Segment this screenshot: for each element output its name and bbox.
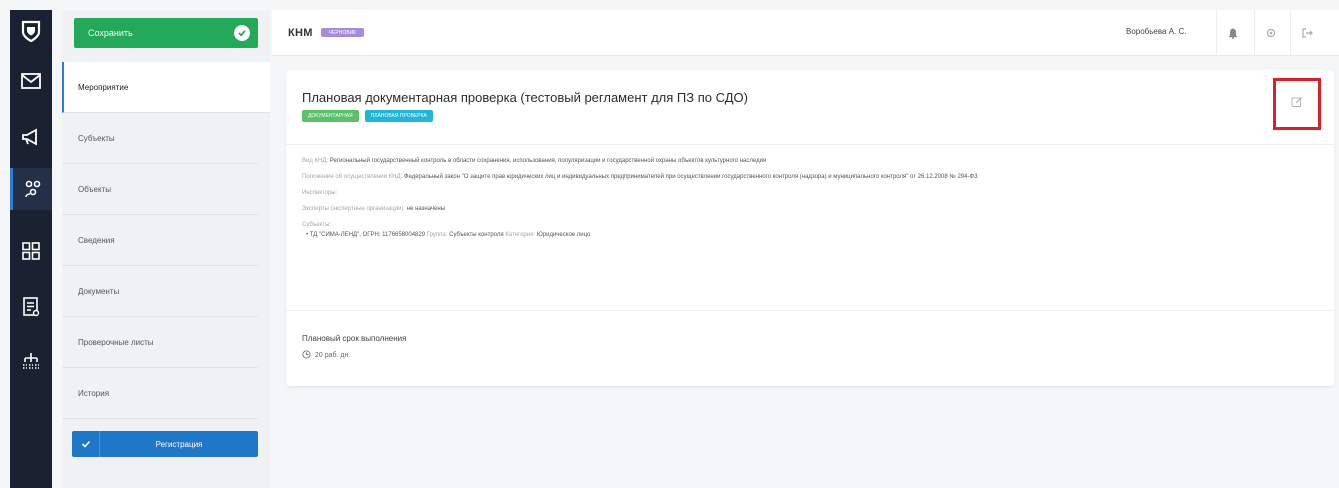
subject-category-key: Категория:	[505, 232, 536, 238]
deadline-value: 20 раб. дн.	[302, 350, 350, 361]
subject-group-value: Субъекты контроля	[449, 232, 504, 238]
divider	[286, 310, 1334, 311]
bell-icon[interactable]	[1216, 10, 1248, 56]
detail-experts: Эксперты (экспертные организации): не на…	[302, 204, 1312, 214]
check-icon	[234, 25, 250, 41]
detail-kind-value: Региональный государственный контроль в …	[329, 158, 767, 164]
people-icon[interactable]	[10, 168, 52, 210]
page-breadcrumb: КНМ	[288, 26, 313, 39]
nav-item-info[interactable]: Сведения	[62, 215, 258, 266]
tag-planned: ПЛАНОВАЯ ПРОВЕРКА	[364, 110, 433, 122]
save-button[interactable]: Сохранить	[74, 18, 258, 48]
divider	[286, 144, 1334, 145]
app-root: Сохранить Мероприятие Субъекты Объекты С…	[0, 0, 1339, 488]
nav-item-documents[interactable]: Документы	[62, 266, 258, 317]
detail-experts-key: Эксперты (экспертные организации):	[302, 206, 406, 212]
top-bar: КНМ ЧЕРНОВИК Воробьева А. С.	[272, 10, 1339, 56]
detail-regulation-value: Федеральный закон "О защите прав юридиче…	[403, 174, 978, 180]
event-tags: ДОКУМЕНТАРНАЯ ПЛАНОВАЯ ПРОВЕРКА	[302, 110, 433, 122]
edit-button[interactable]	[1273, 78, 1321, 130]
detail-inspectors: Инспекторы:	[302, 188, 1312, 198]
detail-regulation: Положение об осуществлении КНД: Федераль…	[302, 172, 1312, 182]
event-title: Плановая документарная проверка (тестовы…	[302, 90, 748, 105]
event-card: Плановая документарная проверка (тестовы…	[286, 70, 1334, 386]
settings-icon[interactable]	[1254, 10, 1286, 56]
subjects-list: ТД "СИМА-ЛЕНД", ОГРН: 1176658004829 Груп…	[302, 230, 1312, 240]
detail-kind-key: Вид КНД:	[302, 158, 329, 164]
nav-item-event[interactable]: Мероприятие	[62, 62, 270, 113]
grid-icon[interactable]	[10, 230, 52, 272]
status-badge: ЧЕРНОВИК	[320, 28, 365, 37]
section-nav: Мероприятие Субъекты Объекты Сведения До…	[62, 62, 270, 419]
main-rail	[10, 10, 52, 488]
megaphone-icon[interactable]	[10, 116, 52, 158]
edit-icon	[1291, 95, 1303, 113]
detail-experts-value: не назначены	[406, 206, 446, 212]
logout-icon[interactable]	[1290, 10, 1322, 56]
shield-logo-icon[interactable]	[10, 10, 52, 52]
section-sidebar: Сохранить Мероприятие Субъекты Объекты С…	[62, 10, 270, 488]
list-item: ТД "СИМА-ЛЕНД", ОГРН: 1176658004829 Груп…	[306, 230, 1312, 240]
tag-documentary: ДОКУМЕНТАРНАЯ	[302, 110, 359, 122]
nav-item-history[interactable]: История	[62, 368, 258, 419]
mail-icon[interactable]	[10, 60, 52, 102]
register-button-label: Регистрация	[155, 439, 203, 449]
document-icon[interactable]	[10, 286, 52, 328]
detail-regulation-key: Положение об осуществлении КНД:	[302, 174, 403, 180]
subject-name[interactable]: ТД "СИМА-ЛЕНД", ОГРН: 1176658004829	[310, 232, 425, 238]
nav-item-objects[interactable]: Объекты	[62, 164, 258, 215]
nav-item-checklists[interactable]: Проверочные листы	[62, 317, 258, 368]
detail-subjects: Субъекты: ТД "СИМА-ЛЕНД", ОГРН: 11766580…	[302, 220, 1312, 240]
check-icon	[72, 431, 100, 457]
user-name[interactable]: Воробьева А. С.	[1126, 27, 1187, 36]
save-button-label: Сохранить	[88, 28, 133, 38]
subject-group-key: Группа:	[426, 232, 448, 238]
register-button[interactable]: Регистрация	[72, 431, 258, 457]
subject-category-value: Юридическое лицо	[536, 232, 591, 238]
event-details: Вид КНД: Региональный государственный ко…	[302, 156, 1312, 246]
nav-item-subjects[interactable]: Субъекты	[62, 113, 258, 164]
deadline-value-text: 20 раб. дн.	[315, 352, 351, 359]
hierarchy-icon[interactable]	[10, 340, 52, 382]
detail-subjects-key: Субъекты:	[302, 222, 332, 228]
deadline-title: Плановый срок выполнения	[302, 334, 407, 343]
clock-icon	[302, 350, 311, 361]
detail-kind: Вид КНД: Региональный государственный ко…	[302, 156, 1312, 166]
detail-inspectors-key: Инспекторы:	[302, 190, 338, 196]
